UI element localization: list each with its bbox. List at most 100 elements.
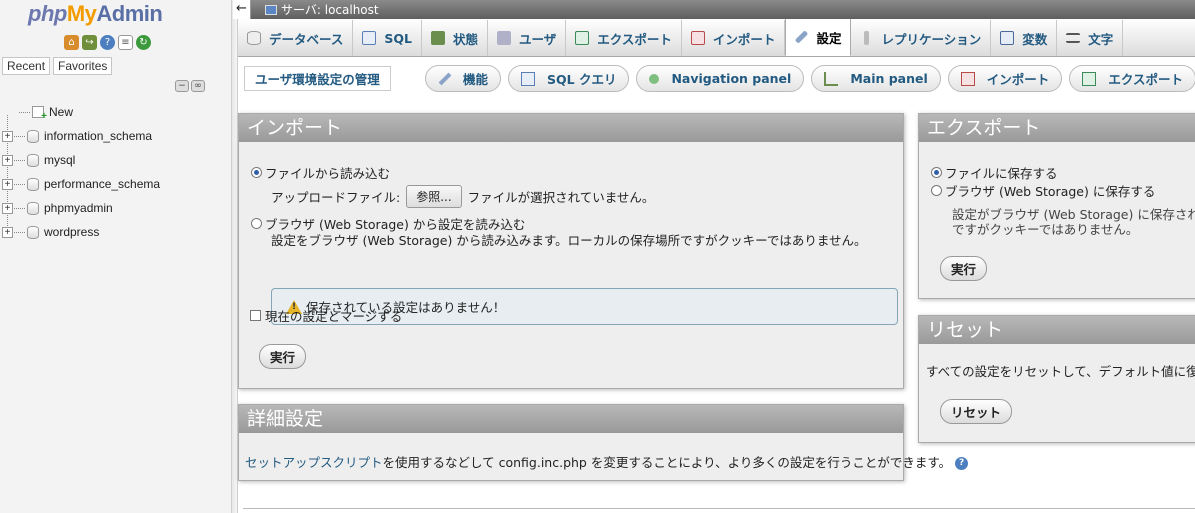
charset-icon (1066, 33, 1081, 43)
merge-settings-checkbox[interactable] (250, 310, 261, 321)
advanced-settings-text: セットアップスクリプトを使用するなどして config.inc.php を変更す… (245, 452, 969, 471)
export-panel: エクスポート ファイルに保存する ブラウザ (Web Storage) に保存す… (918, 113, 1195, 299)
export-go-button[interactable]: 実行 (940, 256, 988, 281)
reset-description: すべての設定をリセットして、デフォルト値に復元し (926, 364, 1195, 379)
tree-item-label: wordpress (44, 225, 100, 239)
exit-icon[interactable]: ↪ (82, 35, 97, 50)
save-to-browser-option[interactable]: ブラウザ (Web Storage) に保存する (931, 181, 1155, 200)
import-icon (960, 71, 975, 86)
server-icon (265, 4, 277, 15)
tab-users[interactable]: ユーザ (488, 20, 567, 56)
merge-settings-option[interactable]: 現在の設定とマージする (250, 306, 402, 325)
home-icon[interactable]: ⌂ (64, 35, 79, 50)
database-icon (27, 225, 39, 239)
link-icon[interactable]: ∞ (191, 80, 205, 92)
tab-export[interactable]: エクスポート (566, 20, 682, 56)
tree-item-phpmyadmin[interactable]: + phpmyadmin (0, 196, 230, 220)
footer-divider (243, 508, 1195, 509)
tree-item-mysql[interactable]: + mysql (0, 148, 230, 172)
sql-icon (521, 71, 536, 86)
status-icon (431, 31, 445, 45)
no-file-selected-text: ファイルが選択されていません。 (467, 190, 655, 205)
sql-icon (362, 31, 377, 45)
database-icon (27, 129, 39, 143)
save-to-file-option[interactable]: ファイルに保存する (931, 163, 1058, 182)
import-icon (690, 31, 705, 45)
help-icon[interactable]: ? (955, 457, 969, 470)
database-icon (27, 177, 39, 191)
subtab-features[interactable]: 機能 (425, 65, 502, 92)
collapse-all-icon[interactable]: − (175, 80, 189, 92)
database-icon (247, 31, 261, 45)
subtab-navigation-panel[interactable]: Navigation panel (636, 65, 805, 92)
save-to-file-radio[interactable] (931, 167, 942, 178)
help-icon[interactable]: ? (100, 35, 115, 50)
nav-tab-recent[interactable]: Recent (2, 57, 51, 75)
tab-charsets[interactable]: 文字 (1057, 20, 1124, 56)
subtab-export[interactable]: エクスポート (1069, 65, 1195, 92)
export-panel-title: エクスポート (919, 114, 1195, 142)
export-icon (575, 31, 590, 45)
expand-icon[interactable]: + (2, 202, 13, 214)
collapse-nav-icon[interactable]: ← (233, 0, 251, 19)
tab-status[interactable]: 状態 (422, 20, 489, 56)
reset-button[interactable]: リセット (940, 399, 1013, 424)
main-tabs: データベース SQL 状態 ユーザ エクスポート インポート 設定 レプリケーシ… (238, 19, 1195, 57)
setup-script-link[interactable]: セットアップスクリプト (245, 455, 383, 470)
tree-item-wordpress[interactable]: + wordpress (0, 220, 230, 244)
new-database-icon (32, 106, 47, 122)
expand-icon[interactable]: + (2, 130, 13, 142)
import-panel: インポート ファイルから読み込む アップロードファイル: 参照... ファイルが… (238, 113, 904, 389)
expand-icon[interactable]: + (2, 178, 13, 190)
server-breadcrumb-bar: ← サーバ: localhost (233, 0, 1195, 19)
import-from-browser-radio[interactable] (251, 218, 262, 229)
tab-sql[interactable]: SQL (353, 20, 422, 56)
nav-controls: − ∞ (175, 80, 205, 92)
browser-storage-description: 設定をブラウザ (Web Storage) から読み込みます。ローカルの保存場所… (271, 233, 867, 248)
browse-button[interactable]: 参照... (406, 185, 462, 208)
tree-item-label: performance_schema (44, 177, 161, 191)
tree-item-information-schema[interactable]: + information_schema (0, 124, 230, 148)
database-icon (27, 201, 39, 215)
wrench-icon (438, 72, 452, 85)
wrench-icon (795, 30, 809, 44)
import-go-button[interactable]: 実行 (259, 344, 307, 369)
tab-databases[interactable]: データベース (238, 20, 354, 56)
export-icon (1082, 71, 1097, 86)
docs-icon[interactable]: ≡ (118, 35, 133, 50)
tree-item-label: information_schema (44, 129, 153, 143)
expand-icon[interactable]: + (2, 154, 13, 166)
import-from-file-radio[interactable] (251, 167, 262, 178)
users-icon (497, 31, 512, 45)
phpmyadmin-logo[interactable]: phpMyAdmin (28, 1, 163, 27)
reset-panel-title: リセット (919, 316, 1195, 344)
import-from-file-option[interactable]: ファイルから読み込む (251, 163, 390, 182)
tree-item-new[interactable]: New (0, 100, 230, 124)
navigation-panel: phpMyAdmin ⌂ ↪ ? ≡ ↻ Recent Favorites − … (0, 0, 232, 513)
database-tree: New + information_schema + mysql + perfo… (0, 100, 230, 244)
reload-icon[interactable]: ↻ (136, 35, 151, 50)
import-panel-title: インポート (239, 114, 903, 142)
navigation-icon (649, 73, 660, 84)
expand-icon[interactable]: + (2, 226, 13, 238)
save-to-browser-radio[interactable] (931, 185, 942, 196)
tree-branch (7, 112, 19, 113)
tab-replication[interactable]: レプリケーション (851, 20, 992, 56)
reset-panel: リセット すべての設定をリセットして、デフォルト値に復元し リセット (918, 315, 1195, 443)
tree-item-performance-schema[interactable]: + performance_schema (0, 172, 230, 196)
tab-import[interactable]: インポート (682, 20, 786, 56)
subtab-manage-settings[interactable]: ユーザ環境設定の管理 (244, 66, 391, 91)
tab-settings[interactable]: 設定 (785, 19, 852, 56)
subtab-main-panel[interactable]: Main panel (811, 65, 941, 92)
settings-subtabs: 機能 SQL クエリ Navigation panel Main panel イ… (425, 65, 1195, 92)
tab-variables[interactable]: 変数 (991, 20, 1058, 56)
nav-icon-bar: ⌂ ↪ ? ≡ ↻ (64, 35, 151, 50)
server-breadcrumb[interactable]: サーバ: localhost (281, 1, 379, 18)
main-panel-icon (824, 71, 839, 86)
nav-tabs: Recent Favorites (2, 57, 113, 75)
subtab-sql-queries[interactable]: SQL クエリ (508, 65, 630, 92)
database-icon (27, 153, 39, 167)
subtab-import[interactable]: インポート (947, 65, 1063, 92)
nav-tab-favorites[interactable]: Favorites (53, 57, 113, 75)
upload-file-row: アップロードファイル: 参照... ファイルが選択されていません。 (271, 185, 654, 208)
